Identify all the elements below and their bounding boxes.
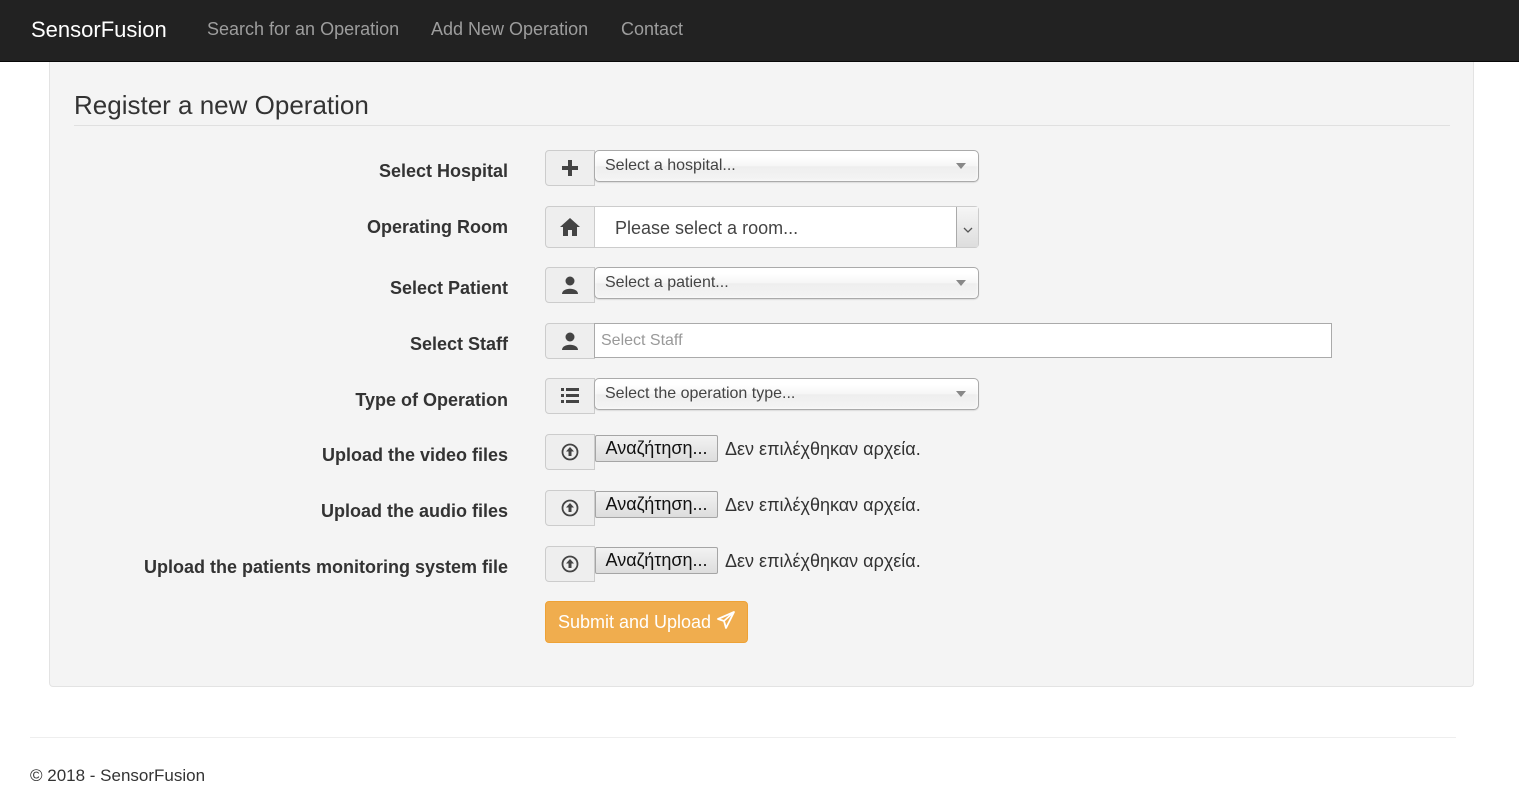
patient-label: Select Patient: [389, 278, 508, 298]
hospital-label: Select Hospital: [378, 161, 508, 181]
monitoring-file-status: Δεν επιλέχθηκαν αρχεία.: [725, 551, 921, 571]
room-dropdown-button[interactable]: [956, 207, 978, 247]
room-label: Operating Room: [366, 217, 508, 237]
upload-circle-icon: [561, 555, 579, 573]
operation-type-addon: [545, 378, 595, 414]
submit-label: Submit and Upload: [557, 611, 712, 632]
video-upload-addon: [545, 434, 595, 470]
operation-type-label: Type of Operation: [355, 390, 508, 410]
hospital-select[interactable]: Select a hospital...: [594, 150, 979, 182]
audio-upload-label: Upload the audio files: [320, 501, 508, 521]
video-file-status: Δεν επιλέχθηκαν αρχεία.: [725, 439, 921, 459]
form-title: Register a new Operation: [74, 90, 1450, 126]
room-select[interactable]: Please select a room...: [594, 206, 979, 248]
hospital-select-placeholder: Select a hospital...: [605, 157, 736, 174]
staff-label: Select Staff: [409, 334, 508, 354]
upload-circle-icon: [561, 499, 579, 517]
navbar: SensorFusion Search for an Operation Add…: [0, 0, 1519, 62]
user-icon: [561, 332, 579, 350]
operation-type-select[interactable]: Select the operation type...: [594, 378, 979, 410]
audio-file-status: Δεν επιλέχθηκαν αρχεία.: [725, 495, 921, 515]
monitoring-upload-addon: [545, 546, 595, 582]
home-icon: [560, 218, 580, 236]
plus-icon: [562, 160, 578, 176]
audio-upload-addon: [545, 490, 595, 526]
upload-circle-icon: [561, 443, 579, 461]
staff-input-placeholder: Select Staff: [601, 332, 683, 349]
hospital-addon: [545, 150, 595, 186]
chevron-down-icon: [963, 217, 973, 238]
staff-input[interactable]: Select Staff: [594, 323, 1332, 358]
footer-divider: [30, 737, 1456, 738]
chevron-down-icon: [956, 391, 966, 397]
nav-link-contact[interactable]: Contact: [621, 19, 683, 40]
room-addon: [545, 206, 595, 248]
staff-addon: [545, 323, 595, 359]
monitoring-browse-button[interactable]: Αναζήτηση...: [595, 547, 718, 574]
video-browse-button[interactable]: Αναζήτηση...: [595, 435, 718, 462]
chevron-down-icon: [956, 163, 966, 169]
audio-browse-button[interactable]: Αναζήτηση...: [595, 491, 718, 518]
footer-copyright: © 2018 - SensorFusion: [30, 766, 206, 785]
user-icon: [561, 276, 579, 294]
nav-link-search-operation[interactable]: Search for an Operation: [207, 19, 399, 40]
operation-type-placeholder: Select the operation type...: [605, 385, 796, 402]
video-upload-label: Upload the video files: [321, 445, 508, 465]
chevron-down-icon: [956, 280, 966, 286]
monitoring-upload-label: Upload the patients monitoring system fi…: [143, 557, 508, 577]
nav-link-add-operation[interactable]: Add New Operation: [431, 19, 588, 40]
patient-select[interactable]: Select a patient...: [594, 267, 979, 299]
patient-addon: [545, 267, 595, 303]
patient-select-placeholder: Select a patient...: [605, 274, 729, 291]
room-select-value: Please select a room...: [615, 218, 799, 238]
list-icon: [561, 388, 579, 404]
send-icon: [711, 610, 735, 634]
submit-upload-button[interactable]: Submit and Upload: [545, 601, 748, 643]
brand-link[interactable]: SensorFusion: [31, 17, 167, 43]
